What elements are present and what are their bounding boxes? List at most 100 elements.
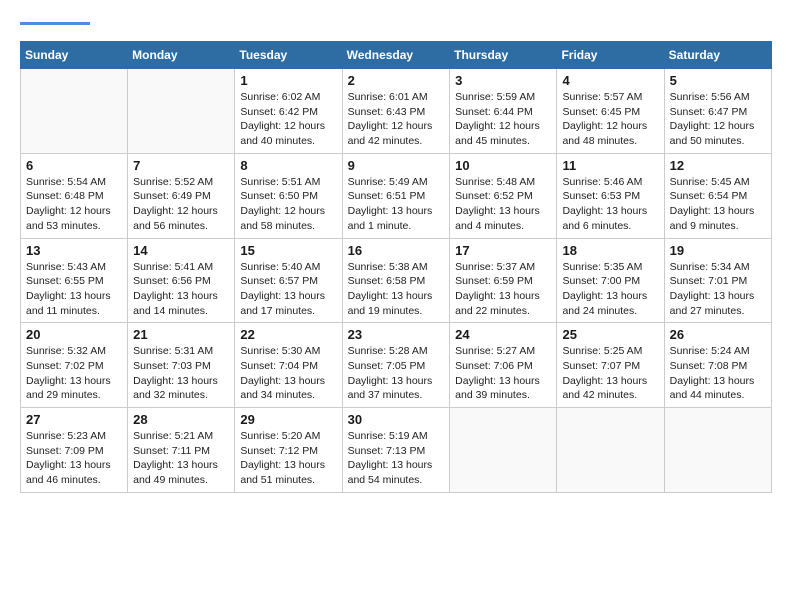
day-number: 23 [348,327,445,342]
day-content: Sunrise: 5:20 AM Sunset: 7:12 PM Dayligh… [240,429,336,488]
logo-divider [20,22,90,25]
day-number: 4 [562,73,658,88]
day-content: Sunrise: 5:32 AM Sunset: 7:02 PM Dayligh… [26,344,122,403]
day-content: Sunrise: 5:38 AM Sunset: 6:58 PM Dayligh… [348,260,445,319]
day-number: 3 [455,73,551,88]
calendar-week-3: 13 Sunrise: 5:43 AM Sunset: 6:55 PM Dayli… [21,238,772,323]
day-number: 7 [133,158,229,173]
day-header-saturday: Saturday [664,42,771,69]
day-number: 13 [26,243,122,258]
day-number: 9 [348,158,445,173]
calendar-cell: 12 Sunrise: 5:45 AM Sunset: 6:54 PM Dayli… [664,153,771,238]
day-number: 1 [240,73,336,88]
calendar-cell: 11 Sunrise: 5:46 AM Sunset: 6:53 PM Dayli… [557,153,664,238]
calendar-cell: 19 Sunrise: 5:34 AM Sunset: 7:01 PM Dayli… [664,238,771,323]
day-content: Sunrise: 5:31 AM Sunset: 7:03 PM Dayligh… [133,344,229,403]
day-content: Sunrise: 5:35 AM Sunset: 7:00 PM Dayligh… [562,260,658,319]
day-number: 28 [133,412,229,427]
calendar-header-row: SundayMondayTuesdayWednesdayThursdayFrid… [21,42,772,69]
calendar-cell: 22Sunrise: 5:30 AM Sunset: 7:04 PM Dayli… [235,323,342,408]
day-number: 15 [240,243,336,258]
day-content: Sunrise: 5:54 AM Sunset: 6:48 PM Dayligh… [26,175,122,234]
day-number: 24 [455,327,551,342]
day-content: Sunrise: 5:45 AM Sunset: 6:54 PM Dayligh… [670,175,766,234]
calendar-cell: 13 Sunrise: 5:43 AM Sunset: 6:55 PM Dayli… [21,238,128,323]
day-number: 17 [455,243,551,258]
day-number: 26 [670,327,766,342]
calendar-cell: 30 Sunrise: 5:19 AM Sunset: 7:13 PM Dayli… [342,408,450,493]
day-number: 5 [670,73,766,88]
day-content: Sunrise: 5:19 AM Sunset: 7:13 PM Dayligh… [348,429,445,488]
calendar-cell: 17 Sunrise: 5:37 AM Sunset: 6:59 PM Dayli… [450,238,557,323]
calendar-cell: 6Sunrise: 5:54 AM Sunset: 6:48 PM Daylig… [21,153,128,238]
day-number: 20 [26,327,122,342]
day-number: 25 [562,327,658,342]
day-content: Sunrise: 5:48 AM Sunset: 6:52 PM Dayligh… [455,175,551,234]
calendar-cell: 15 Sunrise: 5:40 AM Sunset: 6:57 PM Dayli… [235,238,342,323]
day-number: 11 [562,158,658,173]
day-content: Sunrise: 5:41 AM Sunset: 6:56 PM Dayligh… [133,260,229,319]
day-header-friday: Friday [557,42,664,69]
day-number: 16 [348,243,445,258]
calendar-cell: 25 Sunrise: 5:25 AM Sunset: 7:07 PM Dayli… [557,323,664,408]
calendar-cell: 29 Sunrise: 5:20 AM Sunset: 7:12 PM Dayli… [235,408,342,493]
day-number: 18 [562,243,658,258]
day-content: Sunrise: 5:24 AM Sunset: 7:08 PM Dayligh… [670,344,766,403]
day-number: 10 [455,158,551,173]
calendar-week-2: 6Sunrise: 5:54 AM Sunset: 6:48 PM Daylig… [21,153,772,238]
calendar-cell: 28 Sunrise: 5:21 AM Sunset: 7:11 PM Dayli… [128,408,235,493]
calendar-cell: 18 Sunrise: 5:35 AM Sunset: 7:00 PM Dayli… [557,238,664,323]
day-content: Sunrise: 5:25 AM Sunset: 7:07 PM Dayligh… [562,344,658,403]
calendar-week-5: 27Sunrise: 5:23 AM Sunset: 7:09 PM Dayli… [21,408,772,493]
day-number: 8 [240,158,336,173]
day-content: Sunrise: 5:40 AM Sunset: 6:57 PM Dayligh… [240,260,336,319]
day-content: Sunrise: 5:43 AM Sunset: 6:55 PM Dayligh… [26,260,122,319]
calendar-cell [557,408,664,493]
day-content: Sunrise: 5:52 AM Sunset: 6:49 PM Dayligh… [133,175,229,234]
day-content: Sunrise: 5:57 AM Sunset: 6:45 PM Dayligh… [562,90,658,149]
calendar-cell [128,69,235,154]
day-content: Sunrise: 5:27 AM Sunset: 7:06 PM Dayligh… [455,344,551,403]
day-header-wednesday: Wednesday [342,42,450,69]
day-content: Sunrise: 6:02 AM Sunset: 6:42 PM Dayligh… [240,90,336,149]
day-header-monday: Monday [128,42,235,69]
day-number: 19 [670,243,766,258]
day-content: Sunrise: 5:23 AM Sunset: 7:09 PM Dayligh… [26,429,122,488]
day-content: Sunrise: 6:01 AM Sunset: 6:43 PM Dayligh… [348,90,445,149]
day-header-sunday: Sunday [21,42,128,69]
day-content: Sunrise: 5:34 AM Sunset: 7:01 PM Dayligh… [670,260,766,319]
calendar-cell: 9 Sunrise: 5:49 AM Sunset: 6:51 PM Daylig… [342,153,450,238]
day-content: Sunrise: 5:49 AM Sunset: 6:51 PM Dayligh… [348,175,445,234]
page-header [20,20,772,25]
calendar-cell: 3Sunrise: 5:59 AM Sunset: 6:44 PM Daylig… [450,69,557,154]
calendar-cell: 4 Sunrise: 5:57 AM Sunset: 6:45 PM Daylig… [557,69,664,154]
calendar-week-1: 1 Sunrise: 6:02 AM Sunset: 6:42 PM Daylig… [21,69,772,154]
day-number: 21 [133,327,229,342]
calendar-cell [450,408,557,493]
calendar-cell: 16 Sunrise: 5:38 AM Sunset: 6:58 PM Dayli… [342,238,450,323]
day-number: 12 [670,158,766,173]
day-content: Sunrise: 5:46 AM Sunset: 6:53 PM Dayligh… [562,175,658,234]
day-content: Sunrise: 5:51 AM Sunset: 6:50 PM Dayligh… [240,175,336,234]
day-header-thursday: Thursday [450,42,557,69]
calendar-cell: 5 Sunrise: 5:56 AM Sunset: 6:47 PM Daylig… [664,69,771,154]
day-content: Sunrise: 5:28 AM Sunset: 7:05 PM Dayligh… [348,344,445,403]
calendar-cell: 24 Sunrise: 5:27 AM Sunset: 7:06 PM Dayli… [450,323,557,408]
day-content: Sunrise: 5:56 AM Sunset: 6:47 PM Dayligh… [670,90,766,149]
day-content: Sunrise: 5:37 AM Sunset: 6:59 PM Dayligh… [455,260,551,319]
calendar-cell [21,69,128,154]
day-number: 30 [348,412,445,427]
day-number: 2 [348,73,445,88]
calendar-cell: 7 Sunrise: 5:52 AM Sunset: 6:49 PM Daylig… [128,153,235,238]
logo [20,20,90,25]
calendar-cell: 23 Sunrise: 5:28 AM Sunset: 7:05 PM Dayli… [342,323,450,408]
calendar-cell: 20 Sunrise: 5:32 AM Sunset: 7:02 PM Dayli… [21,323,128,408]
calendar-cell: 14Sunrise: 5:41 AM Sunset: 6:56 PM Dayli… [128,238,235,323]
day-number: 29 [240,412,336,427]
day-number: 22 [240,327,336,342]
calendar-cell: 8 Sunrise: 5:51 AM Sunset: 6:50 PM Daylig… [235,153,342,238]
calendar-cell: 26 Sunrise: 5:24 AM Sunset: 7:08 PM Dayli… [664,323,771,408]
calendar-cell: 2 Sunrise: 6:01 AM Sunset: 6:43 PM Daylig… [342,69,450,154]
calendar-cell: 1 Sunrise: 6:02 AM Sunset: 6:42 PM Daylig… [235,69,342,154]
day-content: Sunrise: 5:21 AM Sunset: 7:11 PM Dayligh… [133,429,229,488]
